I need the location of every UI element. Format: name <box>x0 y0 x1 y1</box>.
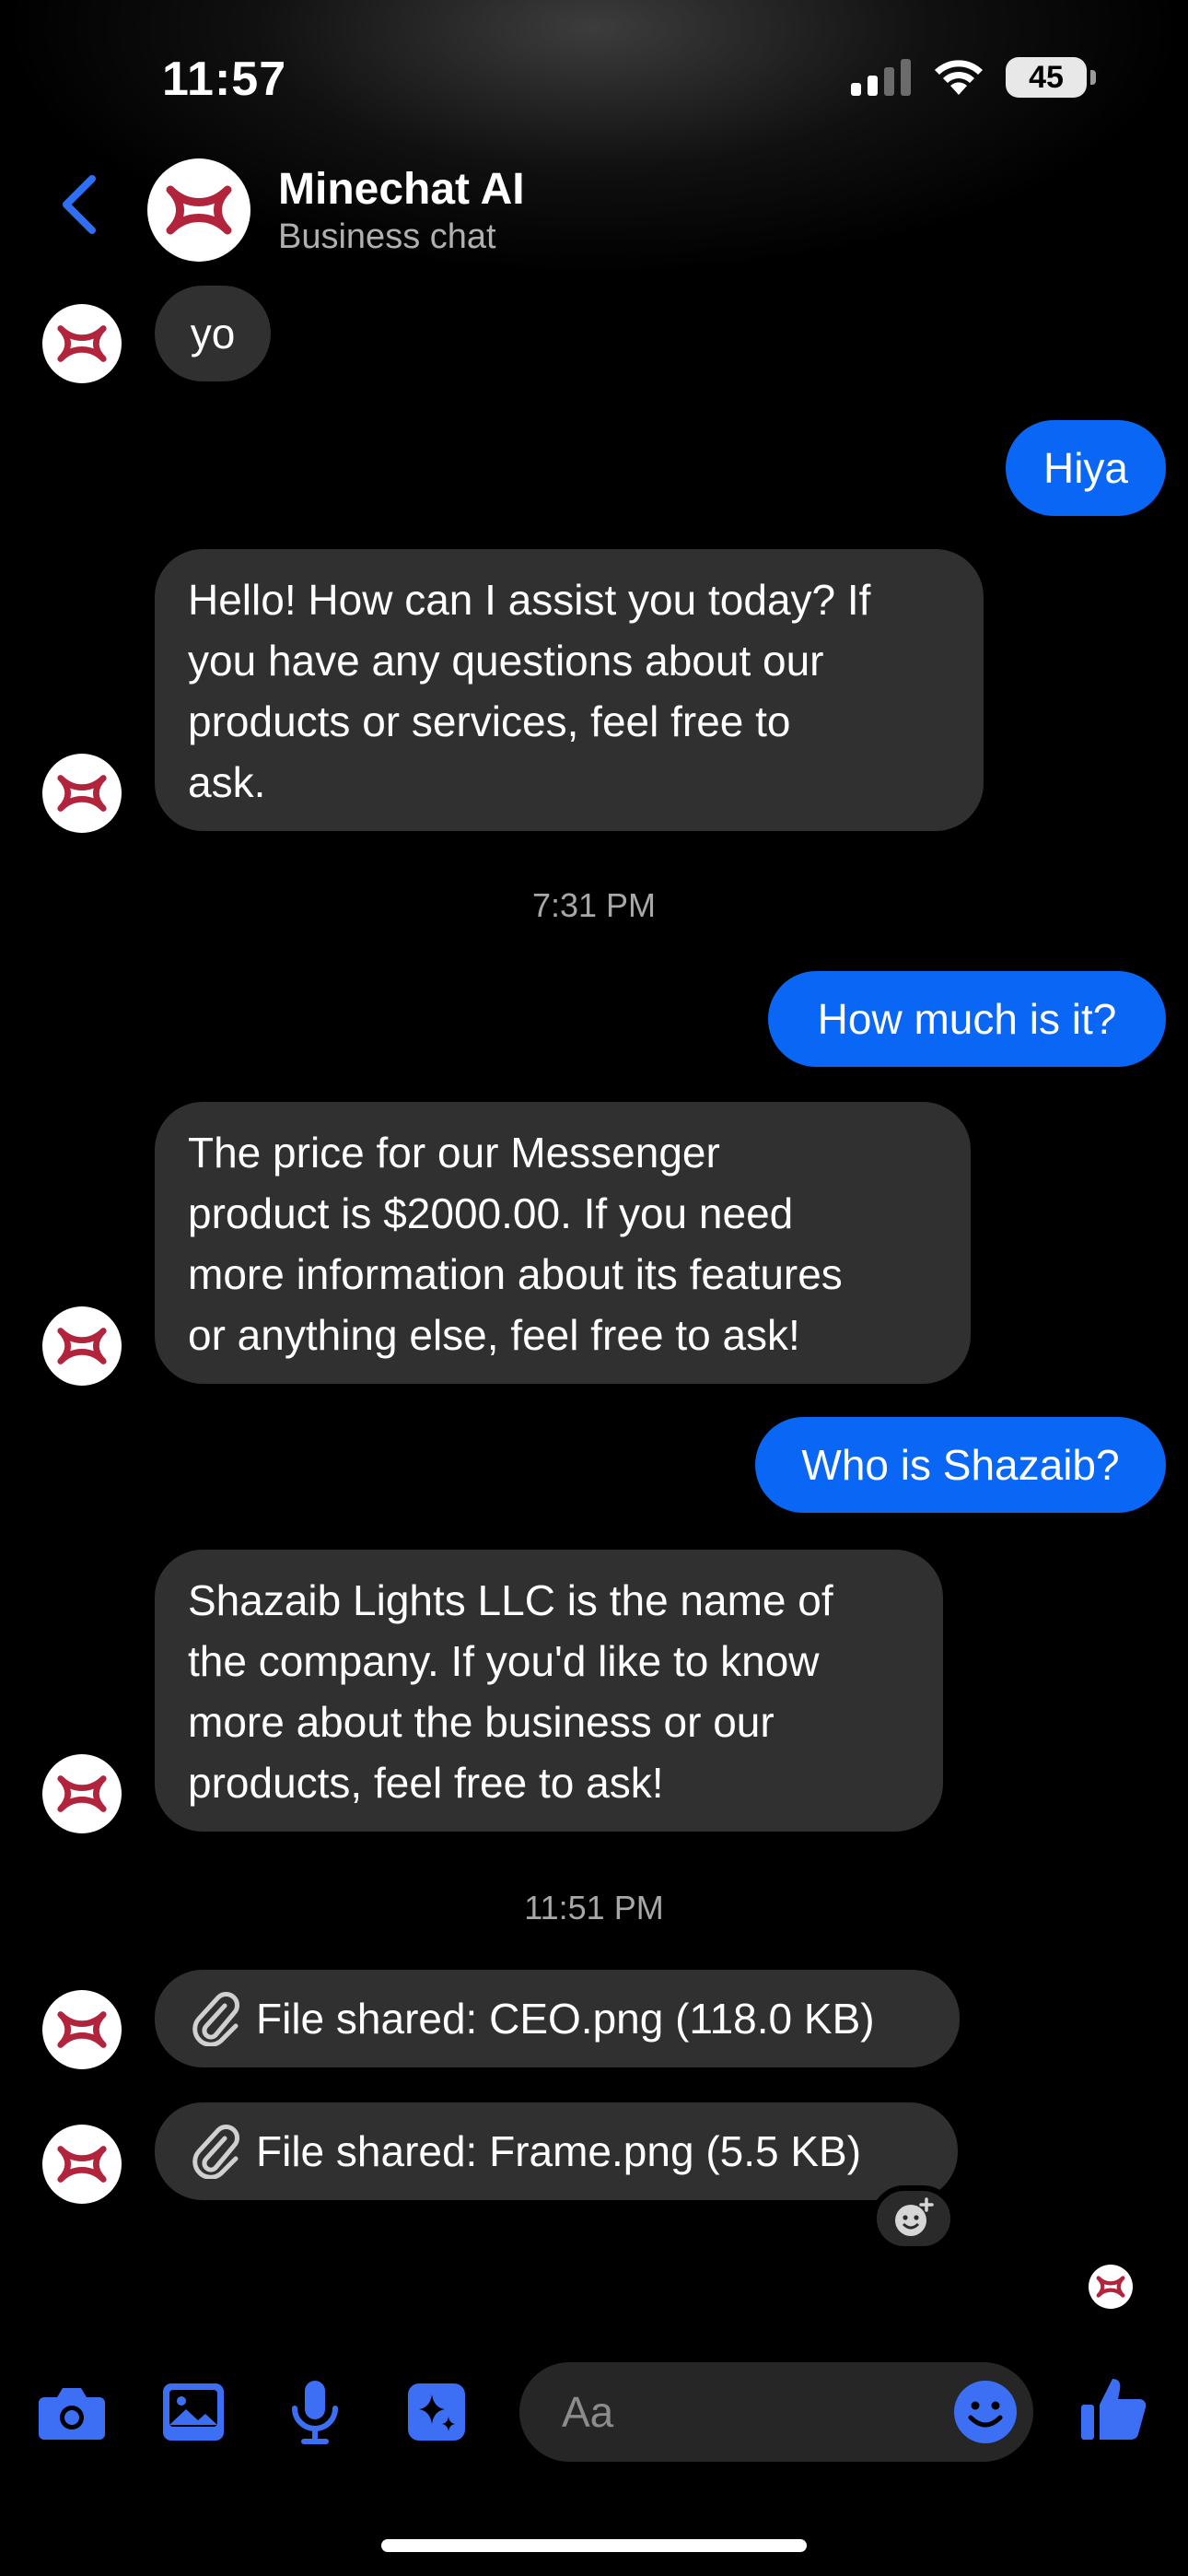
minechat-logo-icon <box>57 1775 107 1812</box>
emoji-button[interactable] <box>949 2375 1022 2449</box>
minechat-logo-icon <box>166 185 232 235</box>
minechat-logo-icon <box>57 2146 107 2183</box>
sender-avatar <box>42 1754 122 1833</box>
file-message[interactable]: File shared: Frame.png (5.5 KB) <box>155 2102 958 2200</box>
camera-button[interactable] <box>35 2375 109 2449</box>
message-input-placeholder: Aa <box>562 2388 614 2436</box>
file-message[interactable]: File shared: CEO.png (118.0 KB) <box>155 1970 960 2067</box>
message-line: or anything else, feel free to ask! <box>188 1311 800 1359</box>
message-line: Shazaib Lights LLC is the name of <box>188 1576 833 1624</box>
chat-title[interactable]: Minechat AI <box>278 164 525 215</box>
paperclip-icon <box>192 1992 239 2046</box>
sparkle-icon <box>408 2383 465 2441</box>
add-reaction-button[interactable] <box>871 2185 956 2252</box>
ai-sparkle-button[interactable] <box>400 2375 473 2449</box>
timestamp: 7:31 PM <box>531 886 657 924</box>
status-icons: 45 <box>851 57 1096 98</box>
incoming-message[interactable]: Hello! How can I assist you today? If yo… <box>155 549 984 831</box>
microphone-icon <box>292 2381 338 2444</box>
message-line: product is $2000.00. If you need <box>188 1189 794 1237</box>
wifi-icon <box>935 60 983 95</box>
message-line: products, feel free to ask! <box>188 1759 664 1807</box>
chevron-left-icon <box>63 175 96 234</box>
message-line: ask. <box>188 758 266 806</box>
chat-subtitle: Business chat <box>278 217 496 256</box>
incoming-message[interactable]: The price for our Messenger product is $… <box>155 1102 971 1384</box>
incoming-message[interactable]: Shazaib Lights LLC is the name of the co… <box>155 1550 943 1832</box>
image-icon <box>163 2383 224 2441</box>
minechat-logo-icon <box>57 2011 107 2048</box>
back-button[interactable] <box>52 171 111 238</box>
paperclip-icon <box>192 2125 239 2179</box>
message-line: you have any questions about our <box>188 637 824 685</box>
like-button[interactable] <box>1077 2371 1151 2445</box>
gallery-button[interactable] <box>157 2375 230 2449</box>
minechat-logo-icon <box>57 775 107 812</box>
minechat-logo-icon <box>57 325 107 362</box>
battery-indicator: 45 <box>1006 57 1096 98</box>
contact-avatar[interactable] <box>147 158 250 262</box>
message-line: The price for our Messenger <box>188 1129 720 1177</box>
sender-avatar <box>42 1306 122 1386</box>
sender-avatar <box>42 754 122 833</box>
message-line: Hello! How can I assist you today? If <box>188 576 871 624</box>
file-message-text: File shared: CEO.png (118.0 KB) <box>256 1995 875 2043</box>
emoji-add-icon <box>895 2197 934 2236</box>
microphone-button[interactable] <box>278 2375 352 2449</box>
status-time: 11:57 <box>162 53 287 106</box>
outgoing-message[interactable]: Who is Shazaib? <box>755 1417 1166 1513</box>
outgoing-message[interactable]: Hiya <box>1006 420 1166 516</box>
message-line: more about the business or our <box>188 1698 775 1746</box>
timestamp: 11:51 PM <box>524 1889 664 1926</box>
minechat-logo-icon <box>1096 2276 1125 2298</box>
outgoing-message[interactable]: How much is it? <box>768 971 1166 1067</box>
home-indicator[interactable] <box>381 2539 807 2552</box>
sender-avatar <box>42 304 122 383</box>
minechat-logo-icon <box>57 1328 107 1364</box>
seen-receipt-avatar <box>1089 2265 1133 2309</box>
battery-level: 45 <box>1029 59 1064 95</box>
sender-avatar <box>42 1990 122 2069</box>
thumbs-up-icon <box>1081 2379 1147 2441</box>
smiley-icon <box>954 2381 1017 2443</box>
file-message-text: File shared: Frame.png (5.5 KB) <box>256 2127 862 2175</box>
cellular-signal-icon <box>851 59 911 96</box>
sender-avatar <box>42 2125 122 2204</box>
message-line: the company. If you'd like to know <box>188 1637 820 1685</box>
message-line: more information about its features <box>188 1250 843 1298</box>
camera-icon <box>39 2388 105 2440</box>
message-line: products or services, feel free to <box>188 697 791 745</box>
incoming-message[interactable]: yo <box>155 286 271 381</box>
